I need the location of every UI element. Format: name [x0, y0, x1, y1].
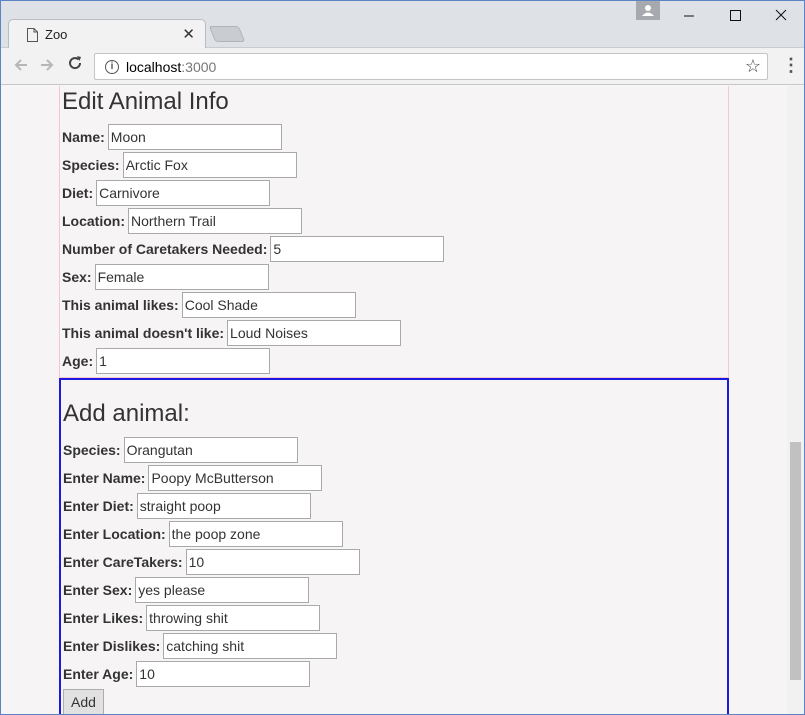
scrollbar-thumb[interactable] — [790, 442, 801, 680]
add-label-likes: Enter Likes: — [63, 610, 144, 626]
url-text: localhost:3000 — [126, 59, 217, 75]
minimize-button[interactable] — [674, 5, 704, 25]
add-input-likes[interactable] — [146, 605, 321, 631]
tab-close-icon[interactable]: ✕ — [182, 25, 195, 43]
add-input-age[interactable] — [136, 661, 311, 687]
add-label-caretakers: Enter CareTakers: — [63, 554, 183, 570]
add-row-name: Enter Name: — [63, 465, 323, 491]
edit-row-dislikes: This animal doesn't like: — [62, 320, 402, 346]
browser-toolbar: i localhost:3000 ☆ ⋮ — [0, 48, 805, 85]
add-label-location: Enter Location: — [63, 526, 166, 542]
edit-label-dislikes: This animal doesn't like: — [62, 325, 225, 341]
add-input-location[interactable] — [168, 521, 343, 547]
edit-label-name: Name: — [62, 129, 105, 145]
edit-label-sex: Sex: — [62, 269, 92, 285]
add-input-species[interactable] — [123, 437, 298, 463]
browser-tab[interactable]: Zoo ✕ — [8, 19, 206, 49]
add-row-location: Enter Location: — [63, 521, 343, 547]
add-input-dislikes[interactable] — [163, 633, 338, 659]
reload-icon[interactable] — [66, 54, 84, 78]
edit-row-likes: This animal likes: — [62, 292, 356, 318]
add-row-likes: Enter Likes: — [63, 605, 321, 631]
edit-input-sex[interactable] — [94, 264, 269, 290]
bookmark-star-icon[interactable]: ☆ — [745, 56, 761, 77]
edit-input-caretakers[interactable] — [270, 236, 445, 262]
tab-title: Zoo — [45, 27, 68, 42]
edit-row-location: Location: — [62, 208, 302, 234]
edit-heading: Edit Animal Info — [62, 88, 229, 115]
edit-row-caretakers: Number of Caretakers Needed: — [62, 236, 445, 262]
edit-row-diet: Diet: — [62, 180, 271, 206]
add-row-sex: Enter Sex: — [63, 577, 310, 603]
add-button[interactable]: Add — [63, 689, 104, 715]
edit-label-age: Age: — [62, 353, 94, 369]
add-input-caretakers[interactable] — [185, 549, 360, 575]
vertical-scrollbar[interactable] — [787, 86, 804, 715]
add-heading: Add animal: — [63, 400, 190, 427]
add-input-diet[interactable] — [136, 493, 311, 519]
back-arrow-icon[interactable] — [12, 56, 30, 79]
edit-input-name[interactable] — [107, 124, 282, 150]
tab-strip: Zoo ✕ — [0, 0, 805, 49]
profile-icon[interactable] — [636, 0, 660, 20]
add-row-caretakers: Enter CareTakers: — [63, 549, 360, 575]
add-row-dislikes: Enter Dislikes: — [63, 633, 338, 659]
edit-label-species: Species: — [62, 157, 120, 173]
edit-input-age[interactable] — [96, 348, 271, 374]
add-input-name[interactable] — [148, 465, 323, 491]
edit-input-likes[interactable] — [181, 292, 356, 318]
new-tab-button[interactable] — [208, 26, 246, 42]
add-animal-panel: Add animal: Species: Enter Name: Enter D… — [59, 378, 729, 715]
address-bar[interactable]: i localhost:3000 ☆ — [94, 53, 768, 80]
edit-row-name: Name: — [62, 124, 282, 150]
edit-input-species[interactable] — [122, 152, 297, 178]
add-input-sex[interactable] — [135, 577, 310, 603]
add-row-species: Species: — [63, 437, 298, 463]
add-label-name: Enter Name: — [63, 470, 146, 486]
edit-label-likes: This animal likes: — [62, 297, 179, 313]
add-label-age: Enter Age: — [63, 666, 134, 682]
close-window-button[interactable] — [766, 5, 796, 25]
maximize-button[interactable] — [720, 5, 750, 25]
forward-arrow-icon[interactable] — [38, 56, 56, 79]
edit-label-location: Location: — [62, 213, 125, 229]
edit-row-age: Age: — [62, 348, 271, 374]
menu-dots-icon[interactable]: ⋮ — [782, 55, 800, 76]
page-viewport: Edit Animal Info Name: Species: Diet: Lo… — [1, 86, 787, 715]
add-label-dislikes: Enter Dislikes: — [63, 638, 161, 654]
edit-label-diet: Diet: — [62, 185, 94, 201]
add-label-sex: Enter Sex: — [63, 582, 133, 598]
edit-input-dislikes[interactable] — [227, 320, 402, 346]
edit-row-species: Species: — [62, 152, 297, 178]
document-icon — [27, 28, 38, 42]
edit-label-caretakers: Number of Caretakers Needed: — [62, 241, 268, 257]
add-label-species: Species: — [63, 442, 121, 458]
edit-row-sex: Sex: — [62, 264, 269, 290]
edit-input-location[interactable] — [128, 208, 302, 234]
edit-input-diet[interactable] — [96, 180, 271, 206]
info-icon[interactable]: i — [105, 60, 119, 74]
add-label-diet: Enter Diet: — [63, 498, 134, 514]
edit-animal-panel: Edit Animal Info Name: Species: Diet: Lo… — [59, 86, 729, 378]
add-row-diet: Enter Diet: — [63, 493, 311, 519]
add-row-age: Enter Age: — [63, 661, 311, 687]
